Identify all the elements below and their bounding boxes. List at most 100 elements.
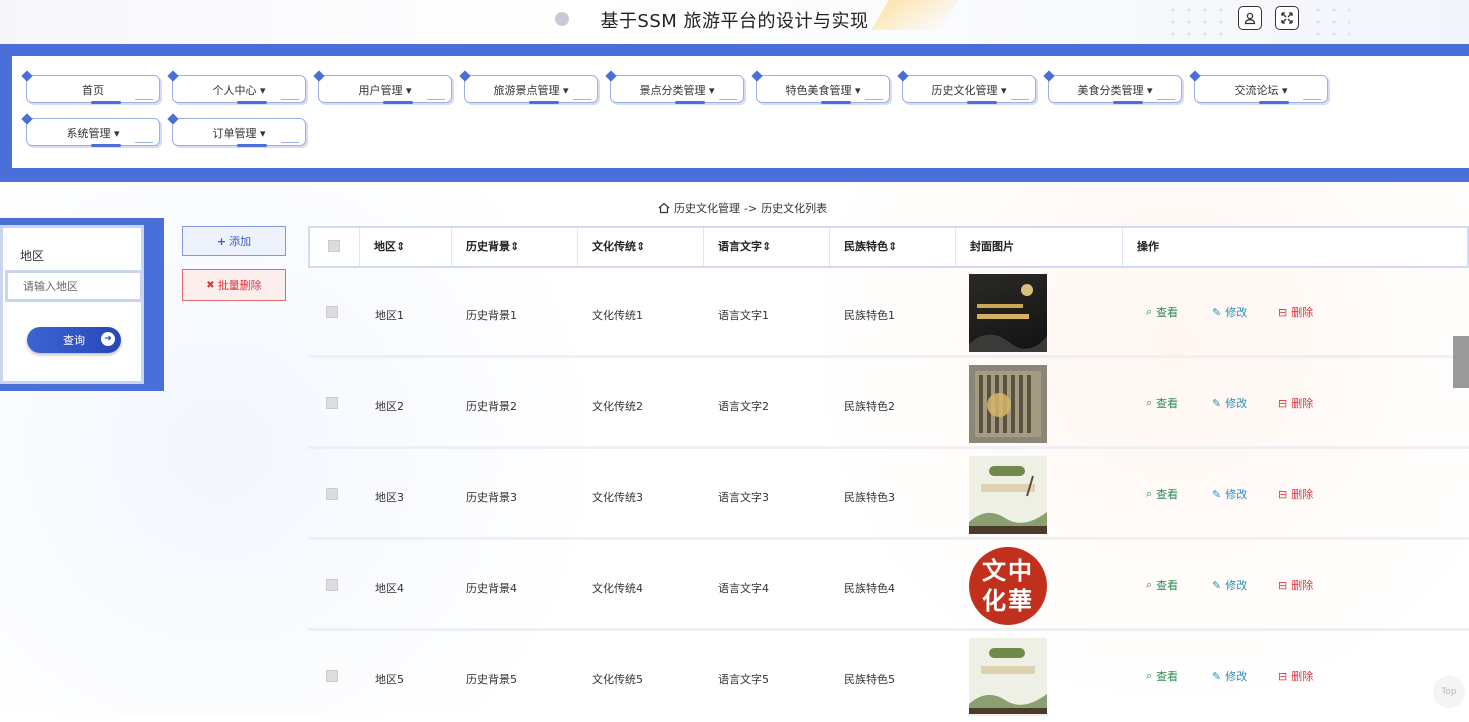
cell-ethnic: 民族特色5 — [844, 673, 895, 686]
close-icon: ✖ — [206, 279, 215, 291]
sort-icon: ⇕ — [762, 240, 772, 253]
cell-tradition: 文化传统1 — [592, 309, 643, 322]
breadcrumb-current: 历史文化列表 — [761, 202, 828, 215]
edit-button[interactable]: ✎ 修改 — [1212, 395, 1247, 411]
view-button[interactable]: ⌕ 查看 — [1146, 668, 1178, 684]
nav-item-personal-center[interactable]: 个人中心 ▾ — [167, 70, 306, 104]
view-icon: ⌕ — [1146, 669, 1153, 682]
row-checkbox[interactable] — [326, 397, 338, 409]
edit-icon: ✎ — [1212, 396, 1222, 410]
cell-language: 语言文字2 — [718, 400, 769, 413]
row-checkbox[interactable] — [326, 306, 338, 318]
column-header-cover-image: 封面图片 — [956, 228, 1123, 266]
cell-region: 地区5 — [375, 673, 404, 686]
select-all-checkbox[interactable] — [328, 240, 340, 252]
batch-delete-button[interactable]: ✖ 批量删除 — [182, 269, 286, 301]
cell-tradition: 文化传统5 — [592, 673, 643, 686]
cover-image-dark-poster — [969, 274, 1047, 352]
cell-tradition: 文化传统4 — [592, 582, 643, 595]
row-checkbox[interactable] — [326, 670, 338, 682]
add-button[interactable]: + 添加 — [182, 226, 286, 256]
view-button[interactable]: ⌕ 查看 — [1146, 486, 1178, 502]
row-checkbox[interactable] — [326, 579, 338, 591]
cell-background: 历史背景2 — [466, 400, 517, 413]
diamond-icon — [605, 70, 617, 82]
diamond-icon — [167, 70, 179, 82]
diamond-icon — [21, 113, 33, 125]
top-header: 基于SSM 旅游平台的设计与实现 — [0, 0, 1469, 44]
nav-item-forum[interactable]: 交流论坛 ▾ — [1189, 70, 1328, 104]
cell-ethnic: 民族特色2 — [844, 400, 895, 413]
diamond-icon — [751, 70, 763, 82]
column-header-background[interactable]: 历史背景⇕ — [452, 228, 578, 266]
cell-tradition: 文化传统2 — [592, 400, 643, 413]
view-button[interactable]: ⌕ 查看 — [1146, 395, 1178, 411]
search-button[interactable]: 查询 ➜ — [27, 327, 121, 353]
view-button[interactable]: ⌕ 查看 — [1146, 577, 1178, 593]
column-header-ethnic[interactable]: 民族特色⇕ — [830, 228, 956, 266]
delete-button[interactable]: ⊟ 删除 — [1278, 486, 1313, 502]
breadcrumb: 历史文化管理 -> 历史文化列表 — [658, 200, 827, 216]
sort-icon: ⇕ — [396, 240, 406, 253]
user-profile-button[interactable] — [1238, 6, 1262, 30]
arrow-right-icon: ➜ — [101, 332, 115, 346]
edit-icon: ✎ — [1212, 305, 1222, 319]
cell-background: 历史背景1 — [466, 309, 517, 322]
row-checkbox[interactable] — [326, 488, 338, 500]
edit-icon: ✎ — [1212, 487, 1222, 501]
diamond-icon — [1189, 70, 1201, 82]
cell-ethnic: 民族特色4 — [844, 582, 895, 595]
diamond-icon — [897, 70, 909, 82]
cell-ethnic: 民族特色3 — [844, 491, 895, 504]
diamond-icon — [21, 70, 33, 82]
nav-item-spot-category-management[interactable]: 景点分类管理 ▾ — [605, 70, 744, 104]
search-region-input[interactable] — [5, 270, 143, 302]
delete-button[interactable]: ⊟ 删除 — [1278, 304, 1313, 320]
table-row: 地区4 历史背景4 文化传统4 语言文字4 民族特色4 文中化華 ⌕ 查看 ✎ 修改… — [308, 541, 1469, 631]
search-panel — [0, 218, 164, 391]
fullscreen-button[interactable] — [1275, 6, 1299, 30]
view-icon: ⌕ — [1146, 578, 1153, 591]
nav-item-system-management[interactable]: 系统管理 ▾ — [21, 113, 160, 147]
nav-item-food-management[interactable]: 特色美食管理 ▾ — [751, 70, 890, 104]
edit-button[interactable]: ✎ 修改 — [1212, 577, 1247, 593]
cell-region: 地区3 — [375, 491, 404, 504]
edit-button[interactable]: ✎ 修改 — [1212, 668, 1247, 684]
column-header-actions: 操作 — [1137, 240, 1159, 253]
fullscreen-icon — [1281, 12, 1293, 24]
sort-icon: ⇕ — [636, 240, 646, 253]
edit-button[interactable]: ✎ 修改 — [1212, 486, 1247, 502]
breadcrumb-section[interactable]: 历史文化管理 — [674, 200, 740, 216]
sort-icon: ⇕ — [510, 240, 520, 253]
column-header-region[interactable]: 地区⇕ — [360, 228, 452, 266]
nav-item-history-culture-management[interactable]: 历史文化管理 ▾ — [897, 70, 1036, 104]
scrollbar-thumb[interactable] — [1453, 336, 1469, 388]
column-header-tradition[interactable]: 文化传统⇕ — [578, 228, 704, 266]
nav-item-user-management[interactable]: 用户管理 ▾ — [313, 70, 452, 104]
breadcrumb-separator: -> — [744, 201, 758, 215]
search-button-label: 查询 — [63, 334, 85, 347]
cell-language: 语言文字3 — [718, 491, 769, 504]
cell-background: 历史背景4 — [466, 582, 517, 595]
nav-item-food-category-management[interactable]: 美食分类管理 ▾ — [1043, 70, 1182, 104]
delete-button[interactable]: ⊟ 删除 — [1278, 395, 1313, 411]
column-header-language[interactable]: 语言文字⇕ — [704, 228, 830, 266]
view-button[interactable]: ⌕ 查看 — [1146, 304, 1178, 320]
minus-square-icon: ⊟ — [1278, 396, 1288, 410]
minus-square-icon: ⊟ — [1278, 578, 1288, 592]
nav-item-scenic-spot-management[interactable]: 旅游景点管理 ▾ — [459, 70, 598, 104]
batch-delete-label: 批量删除 — [217, 279, 262, 292]
diamond-icon — [167, 113, 179, 125]
navigation-panel: 首页 个人中心 ▾ 用户管理 ▾ 旅游景点管理 ▾ 景点分类管理 ▾ 特色美食管… — [12, 56, 1469, 168]
table-row: 地区2 历史背景2 文化传统2 语言文字2 民族特色2 ⌕ 查看 ✎ 修改 ⊟ 删除 — [308, 359, 1469, 449]
back-to-top-button[interactable]: Top — [1433, 676, 1465, 708]
nav-item-order-management[interactable]: 订单管理 ▾ — [167, 113, 306, 147]
nav-item-home[interactable]: 首页 — [21, 70, 160, 104]
minus-square-icon: ⊟ — [1278, 669, 1288, 683]
cell-language: 语言文字5 — [718, 673, 769, 686]
delete-button[interactable]: ⊟ 删除 — [1278, 577, 1313, 593]
view-icon: ⌕ — [1146, 305, 1153, 318]
edit-icon: ✎ — [1212, 669, 1222, 683]
delete-button[interactable]: ⊟ 删除 — [1278, 668, 1313, 684]
edit-button[interactable]: ✎ 修改 — [1212, 304, 1247, 320]
